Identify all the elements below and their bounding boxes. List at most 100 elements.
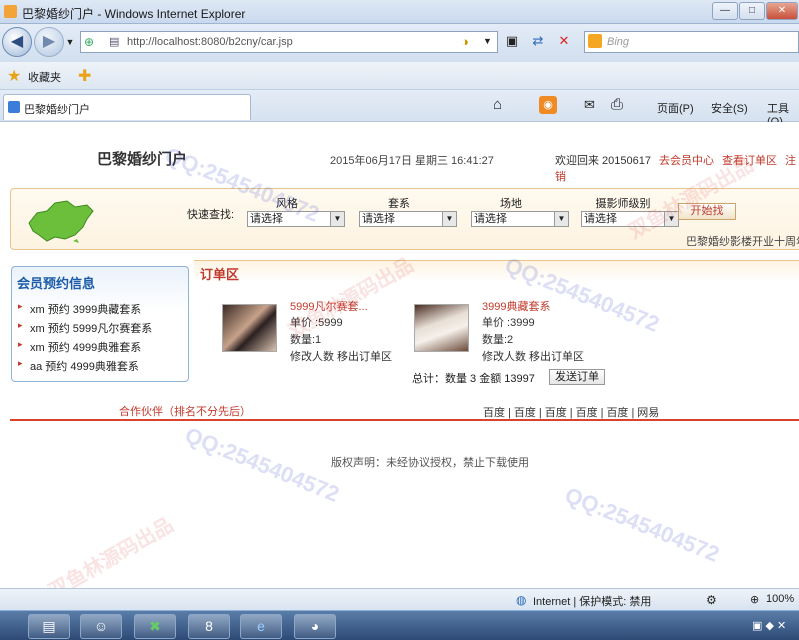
filter-photographer-label: 摄影师级别 (595, 198, 651, 210)
filter-style-label: 风格 (276, 198, 298, 210)
tab-current[interactable]: 巴黎婚纱门户 (3, 94, 251, 120)
bing-icon (588, 34, 602, 48)
search-placeholder: Bing (607, 36, 630, 48)
order-item-qty: 数量:1 (290, 334, 322, 346)
partner-link[interactable]: 百度 (606, 407, 628, 419)
order-item-name[interactable]: 5999凡尔赛套... (290, 298, 368, 314)
partner-links: 百度 | 百度 | 百度 | 百度 | 百度 | 网易 (483, 404, 662, 420)
welcome-area: 欢迎回来 20150617 去会员中心 查看订单区 注销 (555, 152, 799, 184)
filter-venue-select[interactable]: 请选择 ▼ (471, 211, 569, 227)
welcome-text: 欢迎回来 20150617 (555, 155, 651, 167)
filter-photographer-value: 请选择 (584, 213, 617, 225)
status-bar: ◍ Internet | 保护模式: 禁用 ⚙ ⊕ 100% (0, 588, 799, 610)
filter-package-select[interactable]: 请选择 ▼ (359, 211, 457, 227)
add-tab-icon[interactable]: ⊕ (84, 35, 94, 49)
security-zone[interactable]: Internet | 保护模式: 禁用 (533, 593, 651, 609)
taskbar-ie-icon[interactable]: e (240, 614, 282, 639)
partner-link[interactable]: 网易 (637, 407, 659, 419)
history-dropdown-icon[interactable]: ▼ (62, 34, 78, 50)
separator: | (569, 407, 573, 419)
page-menu[interactable]: 页面(P) (657, 100, 694, 116)
protected-mode-icon[interactable]: ⚙ (706, 593, 717, 607)
address-dropdown-icon[interactable]: ▼ (483, 36, 492, 46)
favorites-star-icon[interactable]: ★ (7, 66, 21, 86)
chevron-down-icon: ▼ (554, 212, 568, 226)
home-icon[interactable]: ⌂ (493, 96, 502, 113)
start-search-button[interactable]: 开始找 (678, 203, 736, 220)
quick-search-panel: 快速查找: 风格 套系 场地 摄影师级别 请选择 ▼ 请选择 ▼ 请选择 ▼ 请选择 ▼… (10, 188, 799, 250)
copyright-text: 版权声明：未经协议授权，禁止下载使用 (331, 457, 529, 469)
booking-item: xm 预约 4999典雅套系 (18, 339, 152, 358)
send-order-button[interactable]: 发送订单 (549, 369, 605, 385)
chevron-down-icon: ▼ (330, 212, 344, 226)
china-map-icon (28, 200, 94, 243)
partner-link[interactable]: 百度 (576, 407, 598, 419)
page-icon: ▤ (109, 36, 120, 48)
tray-icons[interactable]: ▣ ◆ ✕ (752, 619, 786, 632)
order-item-actions[interactable]: 修改人数 移出订单区 (290, 348, 392, 364)
window-title: 巴黎婚纱门户 - Windows Internet Explorer (22, 7, 246, 21)
close-button[interactable]: ✕ (766, 2, 798, 20)
order-item-actions[interactable]: 修改人数 移出订单区 (482, 348, 584, 364)
chevron-down-icon: ▼ (664, 212, 678, 226)
zoom-level[interactable]: 100% (766, 593, 794, 605)
marquee-text: 巴黎婚纱影楼开业十周年 (686, 236, 799, 248)
partner-link[interactable]: 百度 (545, 407, 567, 419)
order-total: 总计：数量 3 金额 13997 (412, 373, 535, 385)
partner-link[interactable]: 百度 (514, 407, 536, 419)
separator: | (631, 407, 635, 419)
member-center-link[interactable]: 去会员中心 (659, 155, 714, 167)
order-item: 5999凡尔赛套... 单价 :5999 数量:1 修改人数 移出订单区 (222, 298, 402, 364)
safety-menu[interactable]: 安全(S) (711, 100, 748, 116)
favorites-bar: ★ 收藏夹 ✚ (0, 62, 799, 90)
filter-venue-value: 请选择 (474, 213, 507, 225)
compat-view-icon[interactable]: ◑ (461, 34, 469, 49)
feeds-icon[interactable]: ◉ (539, 96, 557, 114)
member-booking-panel: 会员预约信息 xm 预约 3999典藏套系 xm 预约 5999凡尔赛套系 xm… (11, 266, 189, 382)
address-field[interactable]: ⊕ ▤ http://localhost:8080/b2cny/car.jsp … (80, 31, 498, 53)
taskbar-app8-icon[interactable]: 8 (188, 614, 230, 639)
mail-icon[interactable]: ✉ (584, 97, 595, 113)
order-item-photo[interactable] (414, 304, 469, 352)
order-item-photo[interactable] (222, 304, 277, 352)
search-field[interactable]: Bing (584, 31, 799, 53)
taskbar-contacts-icon[interactable]: ☺ (80, 614, 122, 639)
rss-page-icon[interactable]: ▣ (504, 33, 520, 49)
taskbar-qq-icon[interactable]: ◕ (294, 614, 336, 639)
zoom-icon[interactable]: ⊕ (750, 593, 759, 606)
order-item-name[interactable]: 3999典藏套系 (482, 298, 550, 314)
ie-app-icon (4, 5, 17, 18)
separator: | (600, 407, 604, 419)
address-url: http://localhost:8080/b2cny/car.jsp (127, 36, 293, 48)
maximize-button[interactable]: □ (739, 2, 765, 20)
order-item-qty: 数量:2 (482, 334, 514, 346)
taskbar-excel-icon[interactable]: ✖ (134, 614, 176, 639)
footer-divider (10, 419, 799, 421)
filter-photographer-select[interactable]: 请选择 ▼ (581, 211, 679, 227)
site-title: 巴黎婚纱门户 (97, 151, 188, 168)
chevron-down-icon: ▼ (442, 212, 456, 226)
back-button[interactable]: ◀ (2, 27, 32, 57)
print-icon[interactable]: ⎙ (611, 96, 623, 113)
stop-icon[interactable]: ✕ (556, 33, 572, 49)
member-booking-title: 会员预约信息 (17, 276, 96, 291)
windows-taskbar: ▤ ☺ ✖ 8 e ◕ ▣ ◆ ✕ (0, 610, 799, 640)
favorites-label[interactable]: 收藏夹 (28, 69, 61, 85)
taskbar-explorer-icon[interactable]: ▤ (28, 614, 70, 639)
minimize-button[interactable]: — (712, 2, 738, 20)
tab-bar: 巴黎婚纱门户 ⌂ ◉ ✉ ⎙ 页面(P) 安全(S) 工具(O) (0, 90, 799, 128)
order-item: 3999典藏套系 单价 :3999 数量:2 修改人数 移出订单区 (414, 298, 594, 364)
add-favorite-icon[interactable]: ✚ (78, 66, 91, 86)
refresh-icon[interactable]: ⇄ (530, 33, 546, 49)
view-orders-link[interactable]: 查看订单区 (722, 155, 777, 167)
watermark-text: QQ:2545404572 (561, 482, 723, 567)
partner-link[interactable]: 百度 (483, 407, 505, 419)
datetime: 2015年06月17日 星期三 16:41:27 (330, 155, 494, 167)
filter-style-value: 请选择 (250, 213, 283, 225)
watermark-text: QQ:2545404572 (181, 422, 343, 507)
order-area-title: 订单区 (200, 267, 240, 282)
forward-button[interactable]: ▶ (34, 27, 64, 57)
watermark-text: 双鱼林源码出品 (45, 514, 178, 588)
filter-style-select[interactable]: 请选择 ▼ (247, 211, 345, 227)
booking-item: xm 预约 3999典藏套系 (18, 301, 152, 320)
